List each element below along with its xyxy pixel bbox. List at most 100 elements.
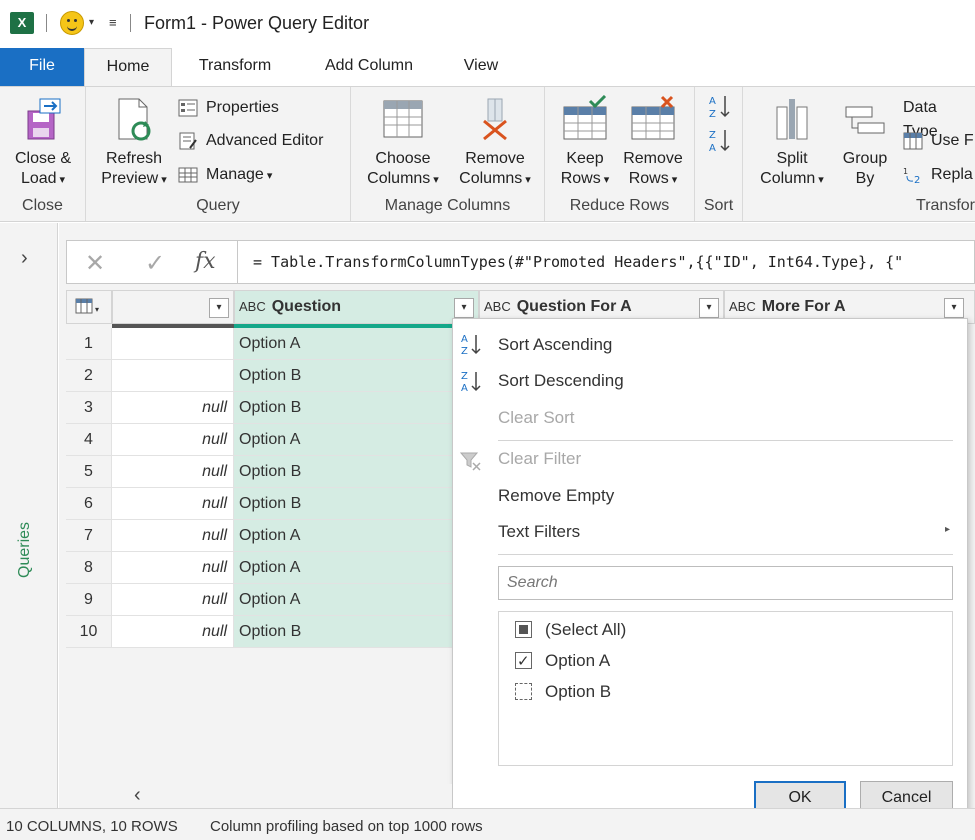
quick-access-customize-icon[interactable]: ≡	[109, 15, 117, 30]
table-cell[interactable]: null	[112, 424, 234, 456]
table-cell[interactable]: null	[112, 616, 234, 648]
column-header-question[interactable]: ABC Question ▾	[234, 290, 479, 324]
choose-columns-label-1: Choose	[375, 150, 431, 167]
clear-sort-item[interactable]: Clear Sort	[498, 408, 575, 428]
text-filters-item[interactable]: Text Filters	[498, 522, 580, 542]
row-number[interactable]: 2	[66, 360, 112, 392]
table-cell[interactable]: null	[112, 456, 234, 488]
use-first-row-label: Use F	[931, 132, 974, 149]
fx-icon[interactable]: fx	[195, 249, 216, 274]
query-group: Refresh Preview Properties Advanced Edit…	[86, 87, 351, 221]
option-a-checkbox[interactable]: Option A	[515, 649, 610, 674]
choose-columns-button[interactable]: Choose Columns	[359, 95, 447, 190]
table-cell[interactable]	[112, 328, 234, 360]
manage-button[interactable]: Manage	[178, 163, 272, 187]
clear-filter-item[interactable]: Clear Filter	[498, 449, 581, 469]
sort-descending-icon: ZA	[459, 369, 483, 395]
column-filter-button[interactable]: ▾	[944, 298, 964, 318]
column-filter-button[interactable]: ▾	[209, 298, 229, 318]
refresh-preview-button[interactable]: Refresh Preview	[94, 95, 174, 190]
status-profiling[interactable]: Column profiling based on top 1000 rows	[210, 818, 483, 835]
table-cell[interactable]: Option B	[234, 616, 479, 648]
table-cell[interactable]: Option A	[234, 424, 479, 456]
split-column-button[interactable]: Split Column	[755, 95, 829, 190]
table-cell[interactable]: null	[112, 488, 234, 520]
sort-descending-icon[interactable]: ZA	[707, 127, 733, 155]
chevron-down-icon[interactable]: ▾	[89, 17, 94, 28]
keep-rows-label-2: Rows	[551, 169, 619, 190]
chevron-right-icon[interactable]: ›	[21, 247, 28, 270]
text-type-icon[interactable]: ABC	[239, 299, 266, 314]
cancel-formula-icon[interactable]: ✕	[85, 249, 105, 278]
confirm-formula-icon[interactable]: ✓	[145, 249, 165, 278]
table-cell[interactable]: Option B	[234, 392, 479, 424]
column-filter-button[interactable]: ▾	[454, 298, 474, 318]
table-cell[interactable]: null	[112, 520, 234, 552]
table-cell[interactable]: Option A	[234, 328, 479, 360]
svg-text:Z: Z	[461, 371, 468, 382]
select-all-checkbox[interactable]: (Select All)	[515, 618, 626, 642]
row-number[interactable]: 10	[66, 616, 112, 648]
properties-button[interactable]: Properties	[178, 96, 279, 120]
refresh-label-1: Refresh	[105, 150, 163, 167]
table-menu-icon[interactable]: ▾	[66, 290, 112, 324]
search-input[interactable]: Search	[498, 566, 953, 600]
use-first-row-button[interactable]: Use F	[903, 129, 974, 153]
table-cell[interactable]: Option B	[234, 456, 479, 488]
column-header-id[interactable]: ▾	[112, 290, 234, 324]
close-load-button[interactable]: Close & Load	[6, 95, 80, 190]
text-type-icon[interactable]: ABC	[729, 299, 756, 314]
tab-file[interactable]: File	[0, 48, 84, 86]
remove-empty-item[interactable]: Remove Empty	[498, 486, 614, 506]
tab-transform[interactable]: Transform	[180, 48, 290, 86]
row-number[interactable]: 5	[66, 456, 112, 488]
replace-values-button[interactable]: 12 Repla	[903, 163, 973, 187]
close-load-label-1: Close &	[14, 150, 72, 167]
sort-ascending-item[interactable]: Sort Ascending	[498, 335, 612, 355]
remove-columns-icon	[472, 95, 518, 143]
table-cell[interactable]: Option B	[234, 360, 479, 392]
row-number[interactable]: 7	[66, 520, 112, 552]
scroll-left-icon[interactable]: ‹	[134, 784, 141, 807]
value-checklist: (Select All) Option A Option B	[498, 611, 953, 766]
clear-filter-icon	[459, 449, 483, 473]
table-cell[interactable]: Option A	[234, 552, 479, 584]
data-type-button[interactable]: Data Type	[903, 96, 975, 140]
table-cell[interactable]	[112, 360, 234, 392]
table-cell[interactable]: Option A	[234, 520, 479, 552]
row-number[interactable]: 1	[66, 328, 112, 360]
svg-text:1: 1	[903, 167, 908, 176]
row-number[interactable]: 6	[66, 488, 112, 520]
status-summary: 10 COLUMNS, 10 ROWS	[6, 818, 178, 835]
group-by-button[interactable]: Group By	[831, 95, 899, 189]
tab-view[interactable]: View	[446, 48, 516, 86]
table-cell[interactable]: null	[112, 392, 234, 424]
column-filter-button[interactable]: ▾	[699, 298, 719, 318]
tab-add-column[interactable]: Add Column	[305, 48, 433, 86]
text-type-icon[interactable]: ABC	[484, 299, 511, 314]
group-label-reduce-rows: Reduce Rows	[569, 197, 670, 214]
sort-descending-item[interactable]: Sort Descending	[498, 371, 624, 391]
tab-home[interactable]: Home	[84, 48, 172, 87]
advanced-editor-button[interactable]: Advanced Editor	[178, 129, 323, 153]
table-cell[interactable]: null	[112, 552, 234, 584]
table-cell[interactable]: Option B	[234, 488, 479, 520]
queries-pane-label[interactable]: Queries	[16, 522, 34, 578]
option-b-checkbox[interactable]: Option B	[515, 680, 611, 704]
sort-ascending-icon[interactable]: AZ	[707, 93, 733, 121]
table-cell[interactable]: Option A	[234, 584, 479, 616]
svg-text:▾: ▾	[95, 305, 99, 314]
row-number[interactable]: 4	[66, 424, 112, 456]
formula-input[interactable]: = Table.TransformColumnTypes(#"Promoted …	[253, 253, 903, 271]
row-number[interactable]: 8	[66, 552, 112, 584]
row-number[interactable]: 3	[66, 392, 112, 424]
smiley-feedback-icon[interactable]	[60, 11, 84, 35]
remove-rows-button[interactable]: Remove Rows	[617, 95, 689, 190]
group-label-manage-columns: Manage Columns	[384, 197, 511, 214]
horizontal-scrollbar[interactable]: ‹	[112, 784, 452, 808]
remove-columns-button[interactable]: Remove Columns	[451, 95, 539, 190]
keep-rows-button[interactable]: Keep Rows	[551, 94, 619, 190]
row-number[interactable]: 9	[66, 584, 112, 616]
replace-values-icon: 12	[903, 166, 923, 186]
table-cell[interactable]: null	[112, 584, 234, 616]
